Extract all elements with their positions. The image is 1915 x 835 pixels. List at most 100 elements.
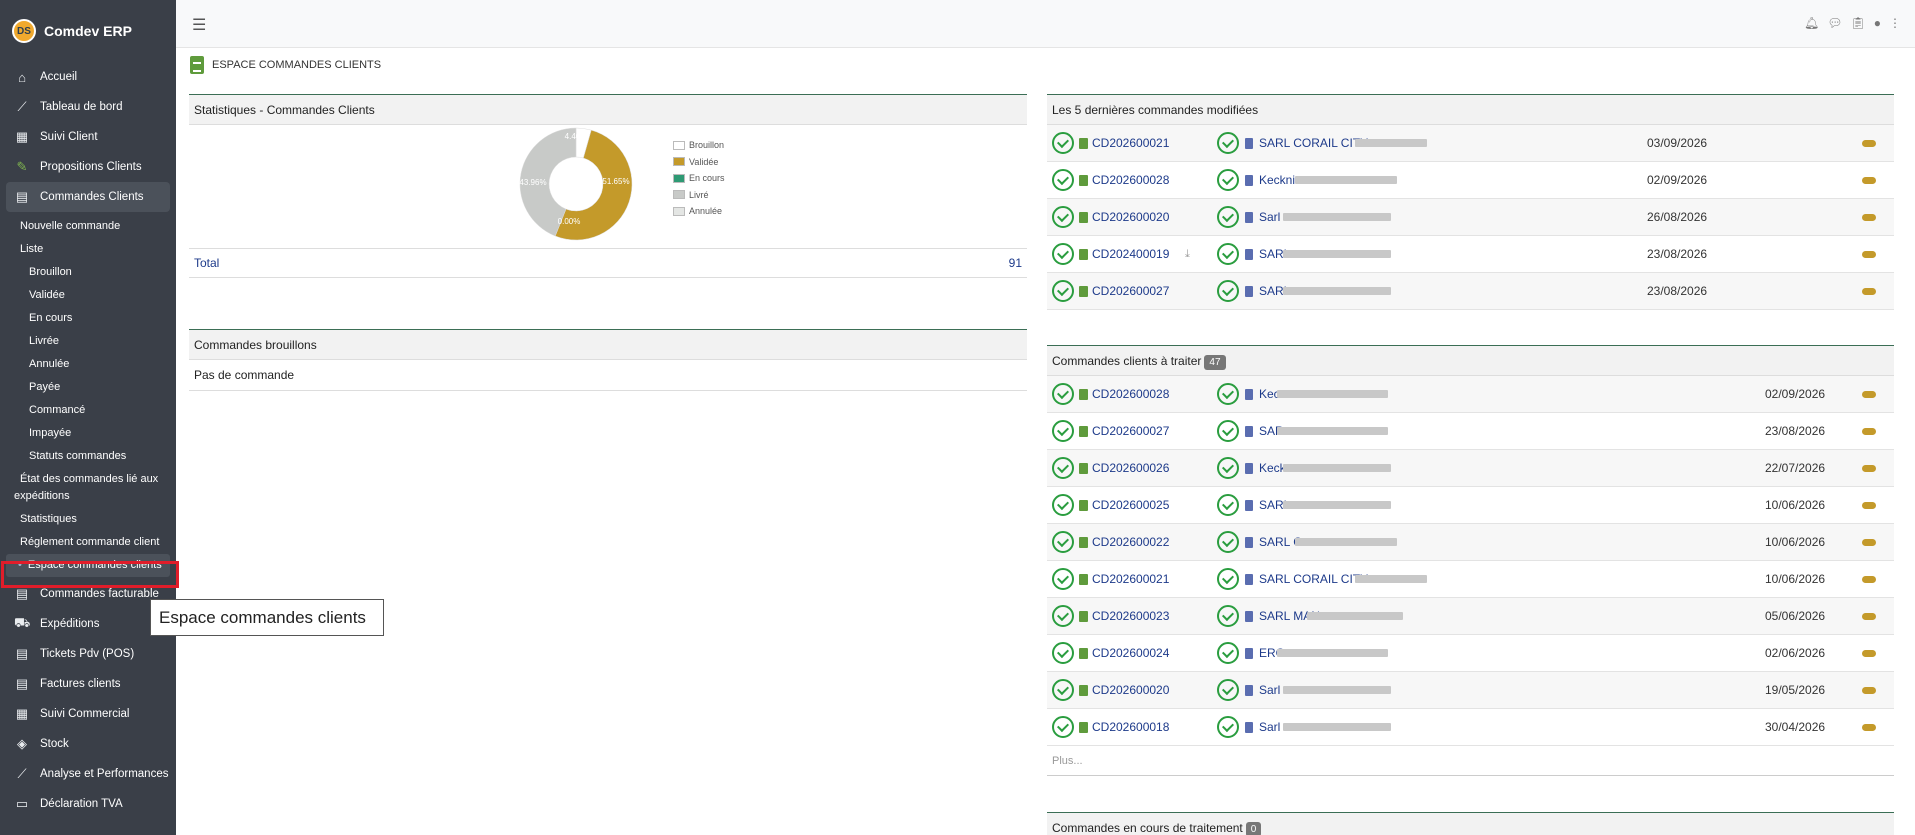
order-ref-link[interactable]: CD202600028 [1092, 387, 1169, 401]
order-ref-link[interactable]: CD202600025 [1092, 498, 1169, 512]
whatsapp-icon[interactable] [1217, 605, 1239, 627]
whatsapp-icon[interactable] [1217, 494, 1239, 516]
whatsapp-icon[interactable] [1052, 679, 1074, 701]
whatsapp-icon[interactable] [1052, 420, 1074, 442]
notification-bell-icon[interactable]: 🔔︎ [1804, 16, 1819, 30]
sidebar-item-tickets-pdv[interactable]: ▤ Tickets Pdv (POS) [0, 639, 176, 669]
whatsapp-icon[interactable] [1052, 605, 1074, 627]
sidebar-item-commandes-clients[interactable]: ▤ Commandes Clients [6, 182, 170, 212]
sub-statistiques[interactable]: Statistiques [0, 508, 176, 531]
whatsapp-icon[interactable] [1052, 169, 1074, 191]
table-row[interactable]: CD202600025 SARL 10/06/2026 [1047, 487, 1894, 524]
sidebar-item-suivi-client[interactable]: ▦ Suivi Client [0, 122, 176, 152]
whatsapp-icon[interactable] [1052, 716, 1074, 738]
customer-link[interactable]: SARL CORAIL CITY [1259, 136, 1368, 150]
order-ref-link[interactable]: CD202600028 [1092, 173, 1169, 187]
table-row[interactable]: CD202600024 ERG 02/06/2026 [1047, 635, 1894, 672]
whatsapp-icon[interactable] [1052, 531, 1074, 553]
table-row[interactable]: CD202600027 SAR 23/08/2026 [1047, 413, 1894, 450]
order-ref-link[interactable]: CD202600021 [1092, 136, 1169, 150]
table-row[interactable]: CD202600018 Sarl 30/04/2026 [1047, 709, 1894, 746]
sidebar-item-declaration-tva[interactable]: ▭ Déclaration TVA [0, 789, 176, 819]
sidebar-item-stock[interactable]: ◈ Stock [0, 729, 176, 759]
sub-livree[interactable]: Livrée [0, 330, 176, 353]
customer-link[interactable]: Sarl [1259, 720, 1280, 734]
whatsapp-icon[interactable] [1217, 642, 1239, 664]
table-row[interactable]: CD202600026 Keck 22/07/2026 [1047, 450, 1894, 487]
table-row[interactable]: CD202600028 Kec 02/09/2026 [1047, 376, 1894, 413]
sub-etat-commandes-expeditions[interactable]: État des commandes lié aux expéditions [0, 468, 176, 508]
sub-statuts-commandes[interactable]: Statuts commandes [0, 445, 176, 468]
sub-liste[interactable]: Liste [0, 238, 176, 261]
download-icon[interactable]: ⤓ [1185, 248, 1190, 261]
order-ref-link[interactable]: CD202600022 [1092, 535, 1169, 549]
table-row[interactable]: CD202600028 Keckni 02/09/2026 [1047, 162, 1894, 199]
customer-link[interactable]: Sarl [1259, 683, 1280, 697]
chat-icon[interactable]: 💬︎ [1827, 16, 1842, 30]
whatsapp-icon[interactable] [1217, 383, 1239, 405]
clipboard-icon[interactable]: 📋︎ [1851, 16, 1866, 30]
legend-item-brouillon[interactable]: Brouillon [673, 137, 725, 154]
order-ref-link[interactable]: CD202400019 [1092, 247, 1169, 261]
more-vertical-icon[interactable]: ⋮ [1889, 16, 1901, 30]
sub-impayee[interactable]: Impayée [0, 422, 176, 445]
menu-toggle-icon[interactable]: ☰ [192, 15, 206, 35]
whatsapp-icon[interactable] [1052, 280, 1074, 302]
user-avatar-icon[interactable]: ● [1874, 16, 1881, 30]
legend-item-en-cours[interactable]: En cours [673, 170, 725, 187]
legend-item-validee[interactable]: Validée [673, 154, 725, 171]
whatsapp-icon[interactable] [1217, 280, 1239, 302]
sidebar-item-tableau-de-bord[interactable]: ⟋ Tableau de bord [0, 92, 176, 122]
table-row[interactable]: CD202600021 SARL CORAIL CITY 03/09/2026 [1047, 125, 1894, 162]
whatsapp-icon[interactable] [1052, 383, 1074, 405]
sub-payee[interactable]: Payée [0, 376, 176, 399]
order-ref-link[interactable]: CD202600020 [1092, 683, 1169, 697]
sub-validee[interactable]: Validée [0, 284, 176, 307]
sidebar-item-factures-clients[interactable]: ▤ Factures clients [0, 669, 176, 699]
legend-item-annulee[interactable]: Annulée [673, 203, 725, 220]
whatsapp-icon[interactable] [1217, 531, 1239, 553]
sidebar-item-analyse-performances[interactable]: ⟋ Analyse et Performances [0, 759, 176, 789]
sub-brouillon[interactable]: Brouillon [0, 261, 176, 284]
sub-reglement-commande-client[interactable]: Réglement commande client [0, 531, 176, 554]
table-row[interactable]: CD202600021 SARL CORAIL CITY 10/06/2026 [1047, 561, 1894, 598]
legend-item-livre[interactable]: Livré [673, 187, 725, 204]
table-row[interactable]: CD202600023 SARL MAN 05/06/2026 [1047, 598, 1894, 635]
whatsapp-icon[interactable] [1217, 420, 1239, 442]
whatsapp-icon[interactable] [1052, 206, 1074, 228]
total-row[interactable]: Total 91 [189, 248, 1027, 278]
sub-espace-commandes-clients[interactable]: Espace commandes clients [6, 554, 170, 577]
whatsapp-icon[interactable] [1217, 206, 1239, 228]
order-ref-link[interactable]: CD202600020 [1092, 210, 1169, 224]
customer-link[interactable]: Keckni [1259, 173, 1295, 187]
sub-annulee[interactable]: Annulée [0, 353, 176, 376]
whatsapp-icon[interactable] [1217, 132, 1239, 154]
whatsapp-icon[interactable] [1052, 494, 1074, 516]
more-link[interactable]: Plus... [1047, 746, 1894, 776]
table-row[interactable]: CD202600020 Sarl 26/08/2026 [1047, 199, 1894, 236]
whatsapp-icon[interactable] [1052, 457, 1074, 479]
whatsapp-icon[interactable] [1052, 642, 1074, 664]
whatsapp-icon[interactable] [1217, 243, 1239, 265]
order-ref-link[interactable]: CD202600023 [1092, 609, 1169, 623]
order-ref-link[interactable]: CD202600027 [1092, 424, 1169, 438]
order-ref-link[interactable]: CD202600024 [1092, 646, 1169, 660]
order-ref-link[interactable]: CD202600021 [1092, 572, 1169, 586]
sub-commance[interactable]: Commancé [0, 399, 176, 422]
order-ref-link[interactable]: CD202600027 [1092, 284, 1169, 298]
whatsapp-icon[interactable] [1052, 132, 1074, 154]
table-row[interactable]: CD202600022 SARL C 10/06/2026 [1047, 524, 1894, 561]
whatsapp-icon[interactable] [1217, 169, 1239, 191]
whatsapp-icon[interactable] [1217, 716, 1239, 738]
sidebar-item-propositions-clients[interactable]: ✎ Propositions Clients [0, 152, 176, 182]
whatsapp-icon[interactable] [1217, 679, 1239, 701]
sub-nouvelle-commande[interactable]: Nouvelle commande [0, 215, 176, 238]
customer-link[interactable]: Sarl [1259, 210, 1280, 224]
sidebar-item-suivi-commercial[interactable]: ▦ Suivi Commercial [0, 699, 176, 729]
whatsapp-icon[interactable] [1052, 568, 1074, 590]
sub-en-cours[interactable]: En cours [0, 307, 176, 330]
whatsapp-icon[interactable] [1217, 457, 1239, 479]
whatsapp-icon[interactable] [1217, 568, 1239, 590]
whatsapp-icon[interactable] [1052, 243, 1074, 265]
sidebar-item-accueil[interactable]: ⌂ Accueil [0, 62, 176, 92]
